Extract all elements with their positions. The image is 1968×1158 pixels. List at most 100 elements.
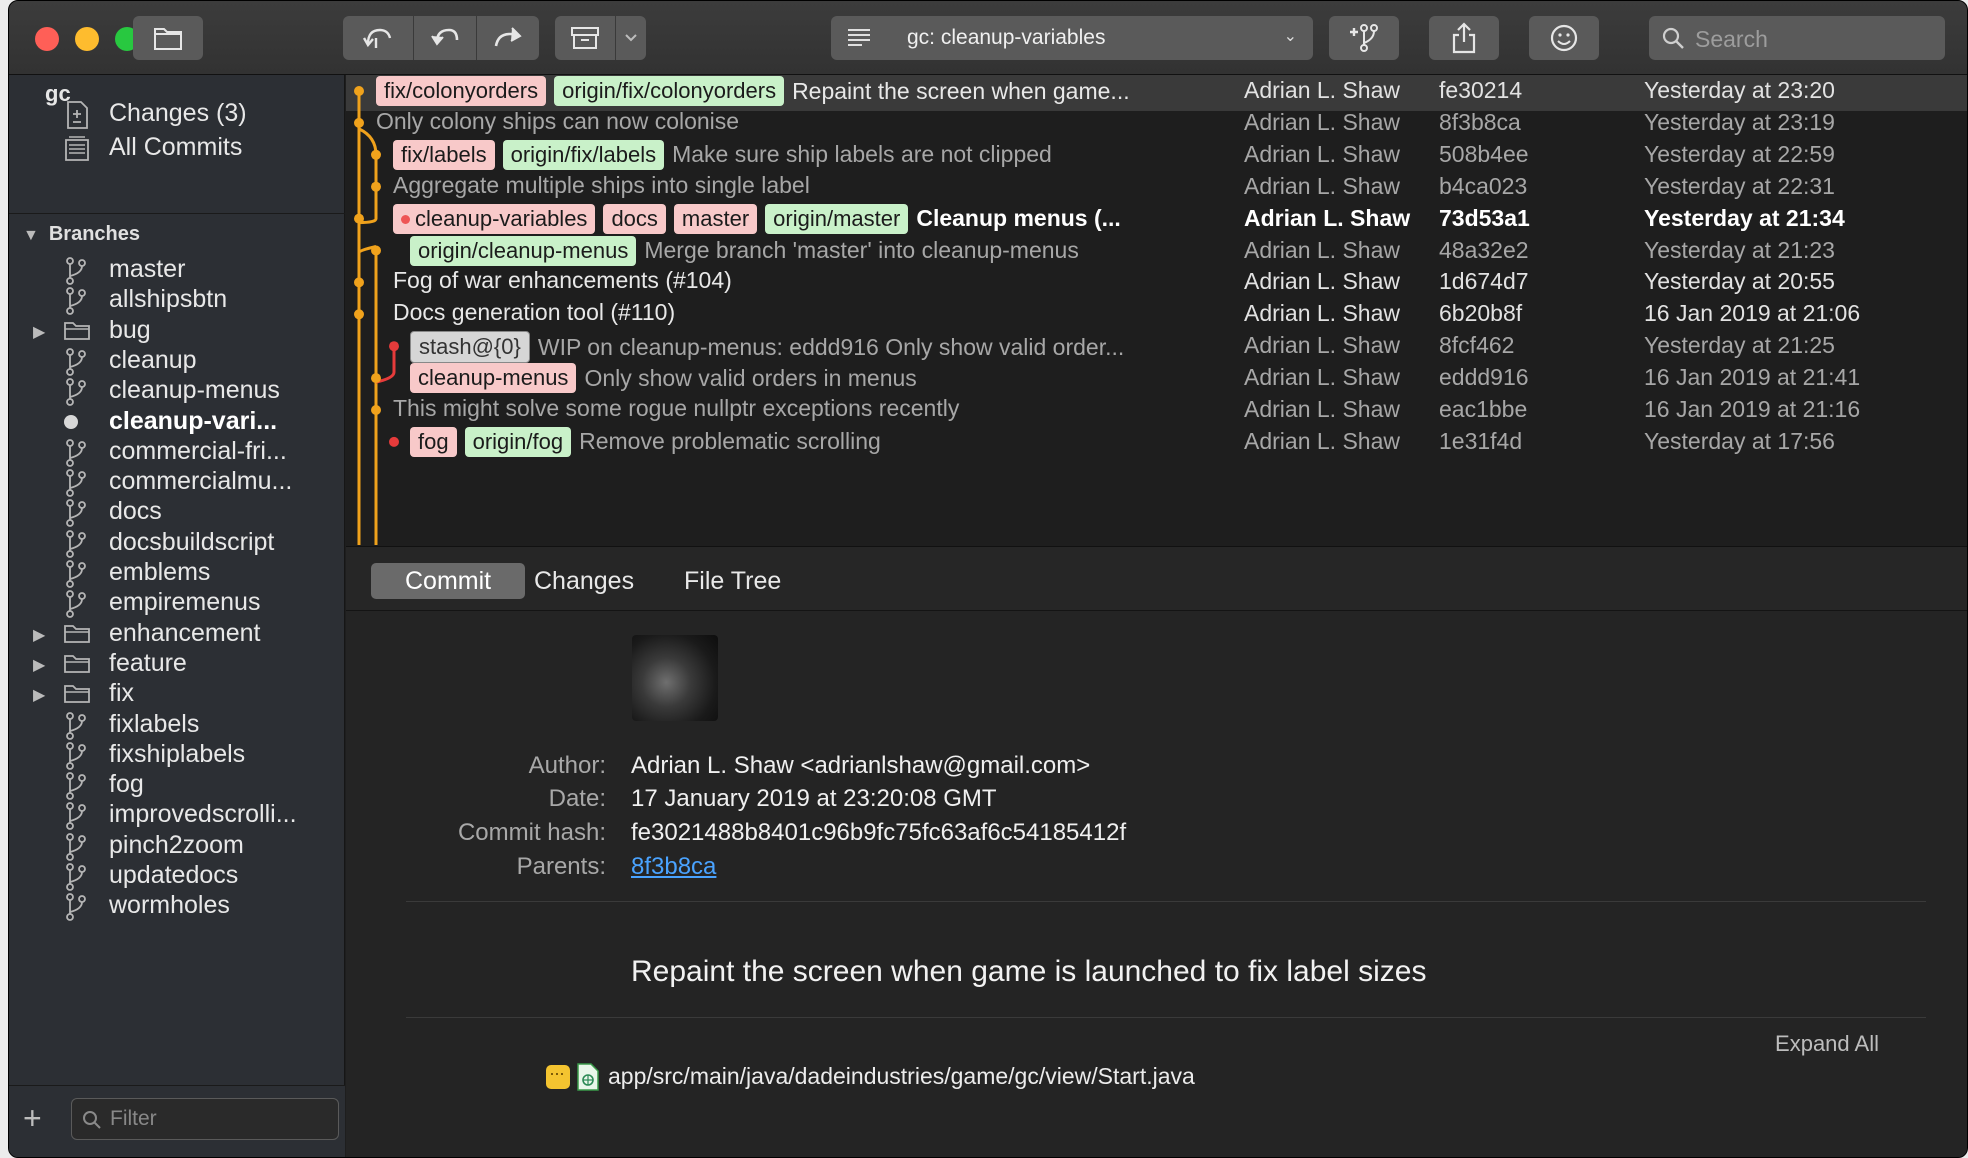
search-field[interactable]: Search bbox=[1649, 16, 1945, 60]
pull-button[interactable] bbox=[414, 16, 476, 60]
commit-node[interactable] bbox=[354, 117, 364, 128]
ref-tag[interactable]: origin/cleanup-menus bbox=[410, 235, 637, 266]
sidebar-item-label: updatedocs bbox=[109, 861, 239, 889]
ref-tag-label: master bbox=[681, 205, 750, 231]
ref-tag[interactable]: origin/master bbox=[765, 203, 909, 234]
commit-node[interactable] bbox=[354, 213, 364, 224]
commit-hash: 1d674d7 bbox=[1439, 268, 1529, 295]
sidebar-item-label: feature bbox=[109, 648, 187, 677]
branch-icon bbox=[63, 892, 93, 922]
commit-message: Merge branch 'master' into cleanup-menus bbox=[644, 237, 1079, 263]
commit-node[interactable] bbox=[354, 309, 364, 320]
folder-icon bbox=[63, 680, 93, 710]
ref-tag[interactable]: cleanup-variables bbox=[393, 203, 596, 234]
branch-icon bbox=[63, 711, 93, 741]
commit-list: fix/colonyorders origin/fix/colonyorders R… bbox=[346, 75, 1967, 545]
share-button[interactable] bbox=[1429, 16, 1499, 60]
filter-field[interactable]: Filter bbox=[71, 1098, 339, 1140]
ref-tag[interactable]: fix/labels bbox=[393, 139, 495, 170]
sidebar-item-changes[interactable]: Changes (3) bbox=[9, 97, 345, 133]
open-repo-button[interactable] bbox=[133, 16, 203, 60]
commit-message: Fog of war enhancements (#104) bbox=[393, 267, 732, 294]
commit-author: Adrian L. Shaw bbox=[1244, 236, 1400, 263]
commit-node[interactable] bbox=[389, 436, 399, 447]
sidebar-item-label: pinch2zoom bbox=[109, 830, 244, 859]
sidebar: gc Changes (3) All Commits ▼ Branches mas… bbox=[9, 75, 345, 1157]
disclosure-closed-icon: ▶ bbox=[33, 626, 46, 644]
current-branch-dot-icon bbox=[63, 408, 93, 438]
ref-tag[interactable]: docs bbox=[603, 203, 666, 234]
sidebar-item-label: fixshiplabels bbox=[109, 739, 246, 768]
sidebar-item-label: docs bbox=[109, 497, 162, 526]
ref-tag[interactable]: cleanup-menus bbox=[410, 363, 577, 394]
tab-changes[interactable]: Changes bbox=[500, 563, 668, 599]
sidebar-item-label: fix bbox=[109, 679, 134, 708]
stash-button[interactable] bbox=[555, 16, 615, 60]
commit-node[interactable] bbox=[371, 149, 381, 160]
folder-icon bbox=[63, 317, 93, 347]
ref-tag[interactable]: master bbox=[673, 203, 758, 234]
commit-node[interactable] bbox=[371, 373, 381, 384]
commit-message: WIP on cleanup-menus: eddd916 Only show … bbox=[537, 333, 1125, 360]
commit-node[interactable] bbox=[354, 277, 364, 288]
ref-tag[interactable]: fog bbox=[410, 426, 457, 457]
tab-file-tree[interactable]: File Tree bbox=[650, 563, 815, 599]
sidebar-item-label: emblems bbox=[109, 558, 211, 586]
ref-tag-label: origin/fix/colonyorders bbox=[562, 78, 777, 103]
commit-message: Only show valid orders in menus bbox=[584, 364, 917, 391]
commit-author: Adrian L. Shaw bbox=[1244, 396, 1400, 422]
fetch-button[interactable] bbox=[343, 16, 413, 60]
feedback-button[interactable] bbox=[1529, 16, 1599, 60]
branch-icon bbox=[63, 589, 93, 619]
parent-commit-link[interactable]: 8f3b8ca bbox=[631, 853, 716, 881]
ref-tag[interactable]: origin/fix/colonyorders bbox=[554, 76, 785, 106]
branches-section-header[interactable]: ▼ Branches bbox=[23, 223, 140, 246]
branch-icon bbox=[63, 347, 93, 377]
commit-hash: eac1bbe bbox=[1439, 396, 1528, 422]
add-button[interactable]: + bbox=[23, 1100, 42, 1137]
sidebar-item-label: All Commits bbox=[109, 133, 243, 161]
sidebar-item-label: improvedscrolli... bbox=[109, 800, 297, 829]
commit-node[interactable] bbox=[371, 405, 381, 415]
commit-date: 16 Jan 2019 at 21:41 bbox=[1644, 364, 1861, 391]
avatar bbox=[632, 635, 718, 721]
commit-node[interactable] bbox=[371, 245, 381, 256]
commit-author: Adrian L. Shaw bbox=[1244, 204, 1411, 231]
new-branch-button[interactable] bbox=[1329, 16, 1399, 60]
folder-icon bbox=[154, 28, 182, 50]
commit-hash-value: fe3021488b8401c96b9fc75fc63af6c54185412f bbox=[631, 819, 1127, 846]
commit-message: Remove problematic scrolling bbox=[579, 428, 881, 455]
commit-date: 16 Jan 2019 at 21:16 bbox=[1644, 396, 1861, 422]
ref-tag-label: cleanup-menus bbox=[418, 365, 569, 391]
sidebar-item-label: docsbuildscript bbox=[109, 527, 275, 556]
detail-tabs: Commit Changes File Tree bbox=[346, 547, 1967, 611]
ref-tag[interactable]: origin/fix/labels bbox=[502, 139, 665, 170]
expand-all-button[interactable]: Expand All bbox=[1775, 1031, 1879, 1057]
sidebar-item-branch[interactable]: wormholes bbox=[9, 889, 345, 925]
minimize-window-button[interactable] bbox=[75, 27, 99, 51]
chevron-down-icon bbox=[625, 34, 637, 42]
commit-graph bbox=[354, 86, 399, 545]
stash-menu-button[interactable] bbox=[616, 16, 646, 60]
commit-node[interactable] bbox=[354, 86, 364, 96]
branch-selector[interactable]: gc: cleanup-variables ⌄ bbox=[831, 16, 1313, 60]
ref-tag[interactable]: origin/fog bbox=[464, 426, 572, 457]
commit-hash: 1e31f4d bbox=[1439, 427, 1523, 454]
branch-icon bbox=[63, 559, 93, 589]
sidebar-item-all-commits[interactable]: All Commits bbox=[9, 131, 345, 167]
push-button[interactable] bbox=[477, 16, 539, 60]
sidebar-item-label: cleanup bbox=[109, 345, 197, 374]
share-icon bbox=[1452, 22, 1476, 54]
commit-row[interactable]: fog origin/fog Remove problematic scrollin… bbox=[346, 422, 1967, 462]
push-icon bbox=[494, 27, 522, 47]
commit-author: Adrian L. Shaw bbox=[1244, 268, 1400, 295]
ref-tag-label: origin/cleanup-menus bbox=[418, 237, 629, 263]
modified-badge-glyph: ··· bbox=[549, 1063, 565, 1083]
changes-icon bbox=[63, 100, 93, 130]
commit-node[interactable] bbox=[371, 181, 381, 192]
commit-node[interactable] bbox=[389, 341, 399, 352]
ref-tag-label: origin/master bbox=[773, 205, 901, 231]
folder-icon bbox=[63, 650, 93, 680]
commit-message: Repaint the screen when game... bbox=[792, 77, 1130, 104]
close-window-button[interactable] bbox=[35, 27, 59, 51]
